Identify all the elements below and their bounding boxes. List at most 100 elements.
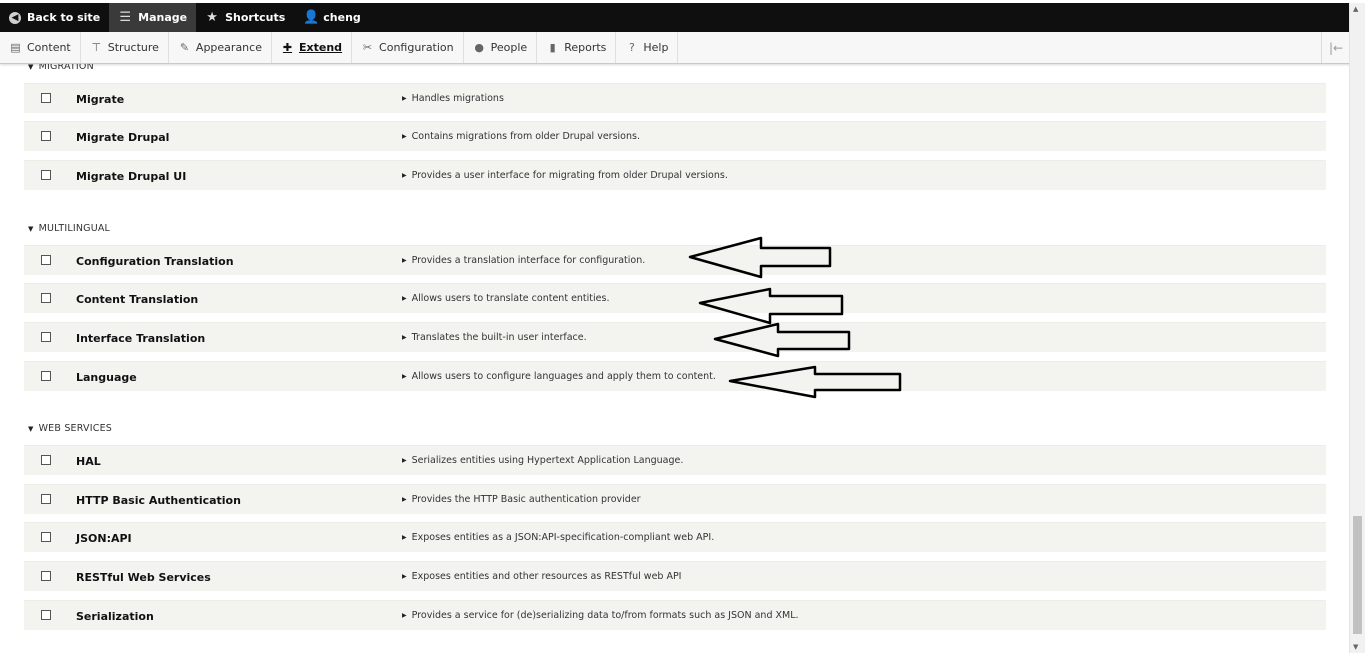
menu-item-label: Extend: [298, 41, 343, 54]
module-description-text: Translates the built-in user interface.: [411, 332, 587, 343]
scroll-down-arrow-icon[interactable]: ▼: [1353, 643, 1358, 651]
module-row-content-translation: Content Translation ▶ Allows users to tra…: [24, 283, 1326, 313]
module-description-text: Exposes entities as a JSON:API-specifica…: [411, 532, 715, 543]
module-name[interactable]: HTTP Basic Authentication: [76, 494, 241, 507]
scrollbar-thumb[interactable]: [1353, 516, 1362, 634]
module-name[interactable]: RESTful Web Services: [76, 571, 211, 584]
chart-icon: ▮: [549, 41, 556, 54]
module-name[interactable]: JSON:API: [76, 532, 132, 545]
module-description[interactable]: ▶ Provides a user interface for migrating…: [402, 170, 728, 181]
module-checkbox[interactable]: [41, 532, 51, 542]
menu-item-label: Appearance: [195, 41, 262, 54]
help-icon: ?: [628, 41, 635, 54]
module-description[interactable]: ▶ Exposes entities and other resources as…: [402, 571, 682, 582]
menu-item-label: Help: [643, 41, 669, 54]
module-row-hal: HAL ▶ Serializes entities using Hypertext…: [24, 445, 1326, 475]
module-checkbox[interactable]: [41, 332, 51, 342]
menu-item-appearance[interactable]: ✎ Appearance: [169, 32, 272, 63]
module-description[interactable]: ▶ Provides the HTTP Basic authentication …: [402, 494, 641, 505]
expand-caret-icon: ▶: [402, 612, 407, 619]
expand-caret-icon: ▶: [402, 496, 407, 503]
module-description[interactable]: ▶ Translates the built-in user interface.: [402, 332, 587, 343]
module-description-text: Provides a translation interface for con…: [411, 255, 646, 266]
module-description[interactable]: ▶ Exposes entities as a JSON:API-specific…: [402, 532, 714, 543]
module-name[interactable]: Content Translation: [76, 293, 198, 306]
module-description-text: Provides a user interface for migrating …: [411, 170, 728, 181]
shortcuts-tab[interactable]: ★ Shortcuts: [196, 3, 294, 32]
menu-item-people[interactable]: ● People: [464, 32, 538, 63]
module-row-configuration-translation: Configuration Translation ▶ Provides a tr…: [24, 245, 1326, 275]
module-name[interactable]: Migrate Drupal: [76, 131, 169, 144]
module-checkbox[interactable]: [41, 371, 51, 381]
menu-item-label: Content: [27, 41, 71, 54]
module-row-interface-translation: Interface Translation ▶ Translates the bu…: [24, 322, 1326, 352]
manage-tab[interactable]: ☰ Manage: [109, 3, 197, 32]
module-description-text: Provides a service for (de)serializing d…: [411, 610, 799, 621]
sitemap-icon: ⊤: [91, 41, 102, 54]
module-checkbox[interactable]: [41, 455, 51, 465]
menu-item-label: People: [490, 41, 528, 54]
module-row-serialization: Serialization ▶ Provides a service for (d…: [24, 600, 1326, 630]
back-to-site-link[interactable]: ◀ Back to site: [0, 3, 109, 32]
module-description[interactable]: ▶ Contains migrations from older Drupal v…: [402, 131, 640, 142]
module-row-migrate-drupal-ui: Migrate Drupal UI ▶ Provides a user inter…: [24, 160, 1326, 190]
menu-item-label: Reports: [564, 41, 607, 54]
module-row-restful-web-services: RESTful Web Services ▶ Exposes entities a…: [24, 561, 1326, 591]
group-title-multilingual[interactable]: ▼ MULTILINGUAL: [28, 223, 110, 234]
module-name[interactable]: Serialization: [76, 610, 154, 623]
user-tab[interactable]: 👤 cheng: [294, 3, 370, 32]
module-name[interactable]: HAL: [76, 455, 101, 468]
menu-item-reports[interactable]: ▮ Reports: [537, 32, 617, 63]
module-checkbox[interactable]: [41, 571, 51, 581]
module-description[interactable]: ▶ Handles migrations: [402, 93, 504, 104]
page-scrollbar[interactable]: ▲ ▼: [1349, 3, 1365, 653]
admin-menu-tray: ▤ Content ⊤ Structure ✎ Appearance ✚ Ext…: [0, 32, 1350, 64]
module-description[interactable]: ▶ Allows users to translate content entit…: [402, 293, 609, 304]
menu-item-structure[interactable]: ⊤ Structure: [81, 32, 169, 63]
module-name[interactable]: Configuration Translation: [76, 255, 234, 268]
group-title-label: MULTILINGUAL: [38, 223, 111, 234]
module-description-text: Provides the HTTP Basic authentication p…: [411, 494, 641, 505]
expand-caret-icon: ▶: [402, 172, 407, 179]
module-checkbox[interactable]: [41, 131, 51, 141]
module-checkbox[interactable]: [41, 610, 51, 620]
module-description[interactable]: ▶ Serializes entities using Hypertext App…: [402, 455, 683, 466]
module-name[interactable]: Interface Translation: [76, 332, 205, 345]
module-name[interactable]: Migrate Drupal UI: [76, 170, 186, 183]
module-description[interactable]: ▶ Provides a service for (de)serializing …: [402, 610, 799, 621]
module-checkbox[interactable]: [41, 293, 51, 303]
group-title-web-services[interactable]: ▼ WEB SERVICES: [28, 423, 112, 434]
paintbrush-icon: ✎: [179, 41, 190, 54]
menu-item-help[interactable]: ? Help: [616, 32, 679, 63]
collapse-triangle-icon: ▼: [28, 424, 34, 433]
tray-orientation-toggle[interactable]: |←: [1321, 32, 1350, 63]
back-to-site-label: Back to site: [27, 11, 101, 24]
people-icon: ●: [474, 41, 484, 54]
collapse-triangle-icon: ▼: [28, 224, 34, 233]
expand-caret-icon: ▶: [402, 95, 407, 102]
module-description[interactable]: ▶ Allows users to configure languages and…: [402, 371, 716, 382]
menu-item-content[interactable]: ▤ Content: [0, 32, 81, 63]
shortcuts-label: Shortcuts: [225, 11, 286, 24]
expand-caret-icon: ▶: [402, 257, 407, 264]
module-name[interactable]: Migrate: [76, 93, 124, 106]
module-row-jsonapi: JSON:API ▶ Exposes entities as a JSON:API…: [24, 522, 1326, 552]
module-checkbox[interactable]: [41, 170, 51, 180]
module-checkbox[interactable]: [41, 255, 51, 265]
scroll-up-arrow-icon[interactable]: ▲: [1353, 5, 1358, 13]
wrench-icon: ✂: [362, 41, 373, 54]
module-description-text: Handles migrations: [411, 93, 504, 104]
module-description-text: Allows users to configure languages and …: [411, 371, 716, 382]
module-row-http-basic-authentication: HTTP Basic Authentication ▶ Provides the …: [24, 484, 1326, 514]
module-description[interactable]: ▶ Provides a translation interface for co…: [402, 255, 645, 266]
module-checkbox[interactable]: [41, 93, 51, 103]
group-title-label: WEB SERVICES: [38, 423, 113, 434]
module-row-migrate-drupal: Migrate Drupal ▶ Contains migrations from…: [24, 121, 1326, 151]
module-checkbox[interactable]: [41, 494, 51, 504]
menu-item-extend[interactable]: ✚ Extend: [272, 32, 353, 63]
module-description-text: Serializes entities using Hypertext Appl…: [411, 455, 684, 466]
expand-caret-icon: ▶: [402, 457, 407, 464]
menu-item-configuration[interactable]: ✂ Configuration: [352, 32, 464, 63]
module-description-text: Exposes entities and other resources as …: [411, 571, 682, 582]
module-name[interactable]: Language: [76, 371, 137, 384]
